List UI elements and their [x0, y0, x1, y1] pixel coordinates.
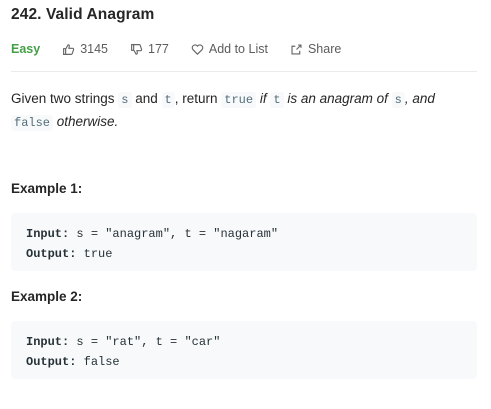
output-label: Output:: [26, 355, 77, 369]
inline-code-t: t: [161, 92, 175, 108]
example-title: Example 2:: [11, 289, 83, 304]
like-button[interactable]: 3145: [62, 42, 108, 56]
dislike-count: 177: [148, 42, 169, 56]
desc-emphasis: , and: [404, 91, 435, 106]
desc-text: Given two strings: [11, 91, 119, 106]
example-output-line: Output: false: [26, 352, 462, 372]
input-value: s = "rat", t = "car": [69, 335, 221, 349]
inline-code-t: t: [270, 92, 284, 108]
example-box: Input: s = "anagram", t = "nagaram" Outp…: [11, 213, 477, 271]
output-value: false: [76, 355, 120, 369]
add-to-list-button[interactable]: Add to List: [191, 42, 268, 56]
inline-code-true: true: [221, 92, 257, 108]
input-label: Input:: [26, 227, 70, 241]
desc-emphasis: is an anagram of: [287, 91, 388, 106]
header-divider: [11, 71, 477, 72]
share-label: Share: [307, 42, 342, 56]
input-value: s = "anagram", t = "nagaram": [69, 227, 279, 241]
difficulty-badge: Easy: [11, 42, 41, 56]
input-label: Input:: [26, 335, 70, 349]
problem-title: 242. Valid Anagram: [11, 6, 155, 23]
desc-text: , return: [174, 91, 222, 106]
example-title: Example 1:: [11, 181, 83, 196]
share-button[interactable]: Share: [290, 42, 341, 56]
example-output-line: Output: true: [26, 244, 462, 264]
inline-code-s: s: [118, 92, 132, 108]
example-input-line: Input: s = "rat", t = "car": [26, 332, 462, 352]
share-icon: [291, 43, 302, 55]
heart-icon: [191, 43, 204, 55]
example-input-line: Input: s = "anagram", t = "nagaram": [26, 224, 462, 244]
thumbs-down-icon: [131, 43, 143, 55]
inline-code-false: false: [11, 115, 54, 131]
example-box: Input: s = "rat", t = "car" Output: fals…: [11, 321, 477, 379]
problem-meta-bar: Easy 3145 177 Add to List Share: [11, 40, 363, 58]
dislike-button[interactable]: 177: [130, 42, 169, 56]
add-to-list-label: Add to List: [208, 42, 268, 56]
inline-code-s: s: [391, 92, 405, 108]
problem-page: 242. Valid Anagram Easy 3145 177 Add to …: [0, 0, 491, 409]
desc-emphasis: otherwise.: [56, 114, 119, 129]
like-count: 3145: [80, 42, 109, 56]
thumbs-up-icon: [63, 43, 75, 55]
problem-description: Given two strings s and t, return true i…: [11, 88, 471, 134]
desc-text: and: [131, 91, 162, 106]
output-label: Output:: [26, 247, 77, 261]
desc-emphasis: if: [259, 91, 267, 106]
output-value: true: [76, 247, 113, 261]
